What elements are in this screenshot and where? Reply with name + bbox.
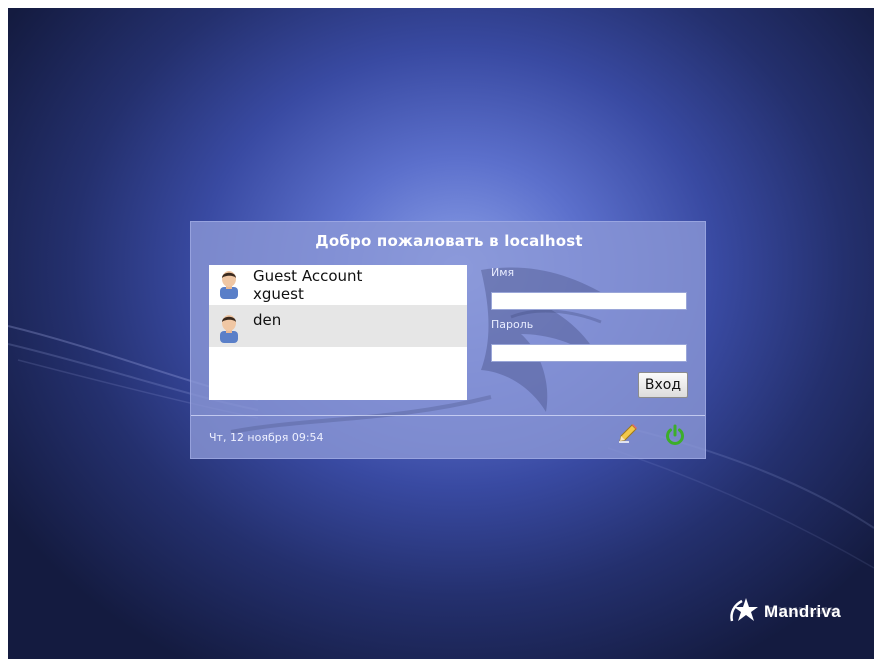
user-item-xguest[interactable]: Guest Account xguest (209, 265, 467, 305)
login-screen: Добро пожаловать в localhost Guest Accou… (8, 8, 874, 659)
welcome-title: Добро пожаловать в localhost (315, 232, 583, 250)
user-item-den[interactable]: den (209, 305, 467, 347)
user-login-name: xguest (253, 285, 304, 303)
power-icon[interactable] (664, 424, 686, 446)
pencil-icon[interactable] (617, 422, 639, 444)
username-label: Имя (491, 266, 515, 279)
panel-divider (191, 415, 705, 416)
datetime-label: Чт, 12 ноября 09:54 (209, 431, 324, 444)
login-button[interactable]: Вход (638, 372, 688, 398)
user-display-name: Guest Account (253, 267, 363, 285)
password-label: Пароль (491, 318, 534, 331)
password-input[interactable] (491, 344, 687, 362)
logo-reflection: Mandriva (764, 607, 839, 619)
login-panel: Добро пожаловать в localhost Guest Accou… (190, 221, 706, 459)
mandriva-logo: Mandriva Mandriva (724, 593, 864, 643)
star-icon (730, 598, 758, 622)
username-input[interactable] (491, 292, 687, 310)
user-display-name: den (253, 311, 282, 329)
user-avatar-icon (220, 315, 238, 343)
user-list[interactable]: Guest Account xguest den (209, 265, 467, 400)
user-avatar-icon (220, 271, 238, 299)
